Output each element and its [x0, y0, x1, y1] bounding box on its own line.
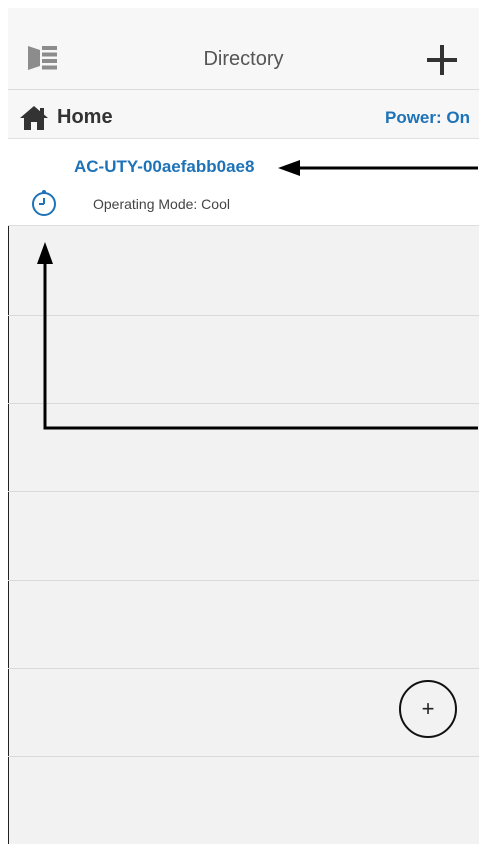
arrow-head-device-name: [278, 160, 300, 176]
arrow-head-timer: [37, 242, 53, 264]
arrow-line-timer: [43, 262, 478, 430]
annotation-arrows: [37, 160, 478, 430]
